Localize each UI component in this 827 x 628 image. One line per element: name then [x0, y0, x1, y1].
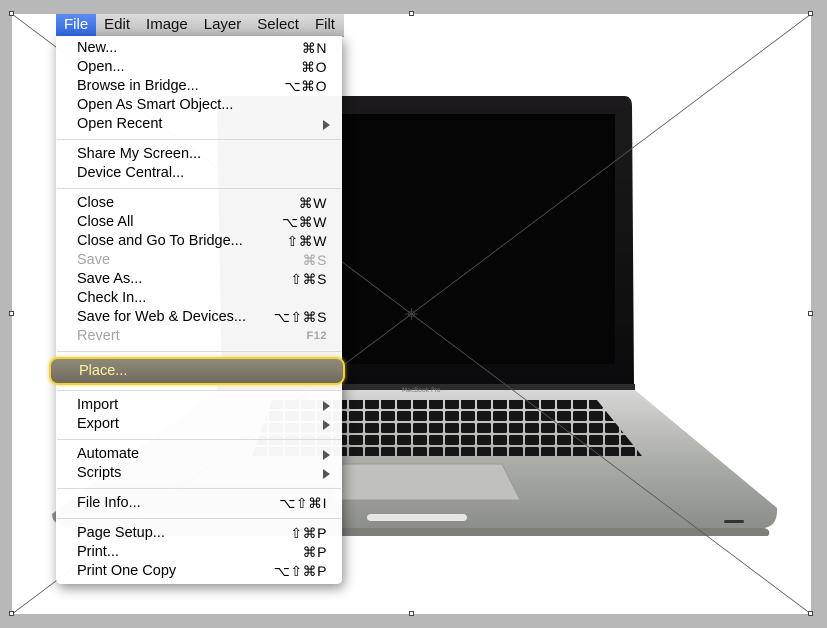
menubar-item-layer[interactable]: Layer: [196, 14, 250, 36]
menu-item-file-info[interactable]: File Info... ⌥⇧⌘I: [56, 494, 342, 513]
menu-item-close-all[interactable]: Close All ⌥⌘W: [56, 213, 342, 232]
menu-separator: [57, 139, 341, 140]
menu-item-shortcut: ⇧⌘P: [290, 525, 327, 541]
transform-handle-top-right[interactable]: [808, 11, 813, 16]
menu-item-export[interactable]: Export: [56, 415, 342, 434]
menu-item-shortcut: ⌘W: [298, 195, 327, 211]
menu-item-device-central[interactable]: Device Central...: [56, 164, 342, 183]
menu-item-open[interactable]: Open... ⌘O: [56, 58, 342, 77]
menu-item-label: Scripts: [77, 465, 122, 481]
menu-item-label: Save for Web & Devices...: [77, 309, 246, 325]
menu-item-label: New...: [77, 40, 118, 56]
menu-item-print-one-copy[interactable]: Print One Copy ⌥⇧⌘P: [56, 562, 342, 581]
transform-handle-bottom-right[interactable]: [808, 611, 813, 616]
menu-item-shortcut: ⌥⌘W: [282, 214, 327, 230]
menu-item-shortcut: ⌥⇧⌘S: [273, 309, 327, 325]
menu-item-open-as-smart-object[interactable]: Open As Smart Object...: [56, 96, 342, 115]
transform-handle-bottom-left[interactable]: [9, 611, 14, 616]
submenu-arrow-icon: [323, 420, 330, 430]
menu-item-label: Check In...: [77, 290, 147, 306]
menu-bar: File Edit Image Layer Select Filt: [56, 14, 344, 37]
menu-item-label: Open Recent: [77, 116, 163, 132]
menu-item-share-my-screen[interactable]: Share My Screen...: [56, 145, 342, 164]
laptop-trackpad: [331, 463, 521, 501]
menu-item-shortcut: ⌘P: [302, 544, 327, 560]
menu-item-label: Import: [77, 397, 119, 413]
menu-item-place[interactable]: Place...: [49, 357, 345, 385]
file-menu-dropdown: New... ⌘N Open... ⌘O Browse in Bridge... ⌥⌘O O…: [49, 36, 345, 584]
menubar-item-file[interactable]: File: [56, 14, 97, 36]
menu-separator: [57, 518, 341, 519]
menu-item-check-in[interactable]: Check In...: [56, 289, 342, 308]
menu-separator: [57, 390, 341, 391]
menu-separator: [57, 488, 341, 489]
menu-item-label: Open As Smart Object...: [77, 97, 234, 113]
transform-handle-middle-right[interactable]: [808, 311, 813, 316]
menu-separator: [57, 188, 341, 189]
menu-item-page-setup[interactable]: Page Setup... ⇧⌘P: [56, 524, 342, 543]
menu-item-label: Print One Copy: [77, 563, 177, 579]
menu-item-label: Export: [77, 416, 119, 432]
menu-item-print[interactable]: Print... ⌘P: [56, 543, 342, 562]
menu-item-shortcut: ⌘S: [302, 252, 327, 268]
menu-item-shortcut: ⌘O: [301, 59, 327, 75]
menu-item-label: Save As...: [77, 271, 143, 287]
transform-handle-top-left[interactable]: [9, 11, 14, 16]
submenu-arrow-icon: [323, 469, 330, 479]
menubar-item-select[interactable]: Select: [249, 14, 307, 36]
menu-item-label: Close and Go To Bridge...: [77, 233, 243, 249]
menu-item-shortcut: ⌥⇧⌘I: [279, 495, 327, 511]
menu-item-label: Revert: [77, 328, 120, 344]
menu-item-shortcut: ⌥⌘O: [284, 78, 327, 94]
menu-item-save-for-web-devices[interactable]: Save for Web & Devices... ⌥⇧⌘S: [56, 308, 342, 327]
menu-item-label: Save: [77, 252, 111, 268]
menu-item-label: Browse in Bridge...: [77, 78, 199, 94]
menu-item-label: Open...: [77, 59, 125, 75]
menu-item-save-as[interactable]: Save As... ⇧⌘S: [56, 270, 342, 289]
menu-item-label: Page Setup...: [77, 525, 165, 541]
menu-item-label: Automate: [77, 446, 140, 462]
submenu-arrow-icon: [323, 450, 330, 460]
menu-item-label: File Info...: [77, 495, 141, 511]
menu-item-label: Device Central...: [77, 165, 185, 181]
menu-item-shortcut: ⇧⌘W: [286, 233, 327, 249]
menu-item-label: Close: [77, 195, 115, 211]
menu-item-close[interactable]: Close ⌘W: [56, 194, 342, 213]
menu-item-close-and-go-to-bridge[interactable]: Close and Go To Bridge... ⇧⌘W: [56, 232, 342, 251]
menu-item-browse-in-bridge[interactable]: Browse in Bridge... ⌥⌘O: [56, 77, 342, 96]
submenu-arrow-icon: [323, 120, 330, 130]
menu-item-label: Close All: [77, 214, 134, 230]
submenu-arrow-icon: [323, 401, 330, 411]
transform-handle-bottom-center[interactable]: [409, 611, 414, 616]
menu-item-label: Place...: [79, 363, 128, 379]
menu-item-label: Share My Screen...: [77, 146, 202, 162]
menubar-item-image[interactable]: Image: [138, 14, 196, 36]
menu-item-shortcut: ⇧⌘S: [290, 271, 327, 287]
menubar-item-edit[interactable]: Edit: [96, 14, 138, 36]
laptop-brand-label: MacBook Pro: [402, 387, 441, 394]
menu-item-new[interactable]: New... ⌘N: [56, 39, 342, 58]
menubar-item-filter[interactable]: Filt: [307, 14, 343, 36]
menu-item-shortcut: ⌘N: [301, 40, 327, 56]
menu-separator: [57, 439, 341, 440]
menu-item-shortcut: F12: [306, 330, 327, 342]
menu-item-scripts[interactable]: Scripts: [56, 464, 342, 483]
menu-item-revert: Revert F12: [56, 327, 342, 346]
transform-handle-middle-left[interactable]: [9, 311, 14, 316]
transform-handle-top-center[interactable]: [409, 11, 414, 16]
menu-separator: [57, 351, 341, 352]
menu-item-automate[interactable]: Automate: [56, 445, 342, 464]
menu-item-import[interactable]: Import: [56, 396, 342, 415]
menu-item-open-recent[interactable]: Open Recent: [56, 115, 342, 134]
menu-item-save: Save ⌘S: [56, 251, 342, 270]
menu-item-shortcut: ⌥⇧⌘P: [273, 563, 327, 579]
menu-item-label: Print...: [77, 544, 119, 560]
